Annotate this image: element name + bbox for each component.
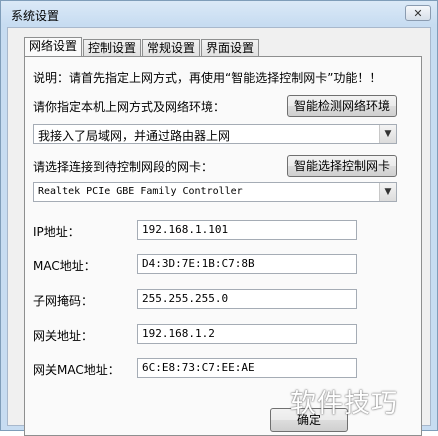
tab-control-settings[interactable]: 控制设置	[83, 39, 142, 56]
close-button[interactable]: ✕	[405, 5, 431, 21]
ip-address-field[interactable]: 192.168.1.101	[137, 220, 357, 240]
gateway-mac-field[interactable]: 6C:E8:73:C7:EE:AE	[137, 358, 357, 378]
window-title: 系统设置	[11, 9, 60, 23]
gateway-address-label: 网关地址：	[33, 329, 94, 343]
select-nic-button[interactable]: 智能选择控制网卡	[287, 155, 397, 177]
tab-interface-settings[interactable]: 界面设置	[201, 39, 260, 56]
chevron-down-icon[interactable]: ▼	[379, 125, 396, 143]
network-environment-label: 请你指定本机上网方式及网络环境：	[33, 100, 226, 114]
gateway-mac-label: 网关MAC地址：	[33, 363, 120, 377]
subnet-mask-field[interactable]: 255.255.255.0	[137, 289, 357, 309]
watermark-text: 软件技巧	[290, 389, 399, 419]
dialog-client: 网络设置 控制设置 常规设置 界面设置 说明：请首先指定上网方式，再使用“智能选…	[7, 27, 431, 436]
detect-network-button[interactable]: 智能检测网络环境	[287, 95, 397, 117]
mac-address-field[interactable]: D4:3D:7E:1B:C7:8B	[137, 254, 357, 274]
tab-network-settings[interactable]: 网络设置	[24, 37, 83, 56]
chevron-down-icon[interactable]: ▼	[379, 183, 396, 201]
network-environment-value: 我接入了局域网，并通过路由器上网	[38, 129, 231, 143]
nic-label: 请选择连接到待控制网段的网卡：	[33, 160, 214, 174]
close-icon: ✕	[413, 7, 423, 20]
gateway-address-field[interactable]: 192.168.1.2	[137, 324, 357, 344]
ip-address-label: IP地址：	[33, 225, 80, 239]
title-bar: 系统设置 ✕	[1, 1, 437, 27]
network-environment-select[interactable]: 我接入了局域网，并通过路由器上网 ▼	[33, 124, 397, 144]
instruction-note: 说明：请首先指定上网方式，再使用“智能选择控制网卡”功能！！	[33, 71, 382, 85]
subnet-mask-label: 子网掩码：	[33, 294, 94, 308]
tab-strip: 网络设置 控制设置 常规设置 界面设置	[24, 37, 260, 56]
mac-address-label: MAC地址：	[33, 259, 96, 273]
nic-select[interactable]: Realtek PCIe GBE Family Controller ▼	[33, 182, 397, 202]
settings-window: 系统设置 ✕ 网络设置 控制设置 常规设置 界面设置 说明：请首先指定上网方式，…	[0, 0, 438, 436]
nic-value: Realtek PCIe GBE Family Controller	[38, 186, 243, 197]
tab-general-settings[interactable]: 常规设置	[142, 39, 201, 56]
